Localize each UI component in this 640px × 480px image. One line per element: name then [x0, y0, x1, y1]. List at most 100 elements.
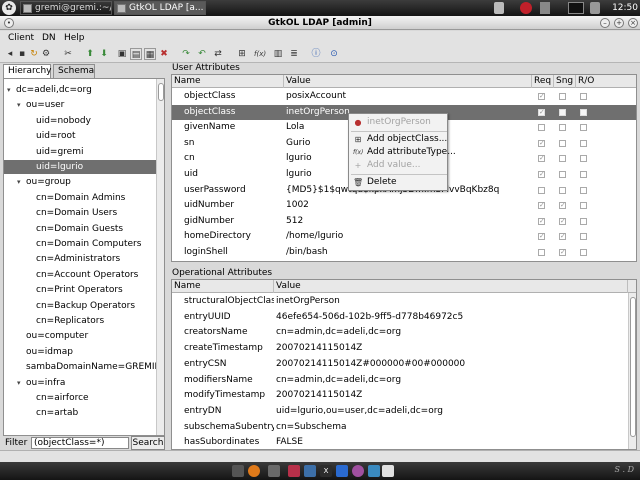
tree-node[interactable]: cn=airforce [4, 391, 158, 405]
tree-node[interactable]: uid=nobody [4, 114, 158, 128]
app-icon[interactable] [368, 465, 380, 477]
operational-attributes-table[interactable]: Name Value structuralObjectClass inetOrgP… [171, 279, 637, 450]
sng-checkbox[interactable]: ✓ [559, 249, 566, 256]
sng-checkbox[interactable] [559, 108, 566, 116]
attribute-value[interactable]: posixAccount [286, 89, 530, 104]
sng-checkbox[interactable]: ✓ [559, 217, 566, 225]
ro-checkbox[interactable] [580, 202, 587, 210]
menu-help[interactable]: Help [64, 32, 85, 44]
directory-tree[interactable]: ▾ dc=adeli,dc=org ▾ ou=user uid=nobody uid=ro… [3, 78, 165, 436]
attribute-value[interactable]: 512 [286, 214, 530, 229]
tree-node[interactable]: cn=Domain Users [4, 206, 158, 220]
app-icon[interactable] [336, 465, 348, 477]
column-req[interactable]: Req [532, 75, 554, 88]
tree-node[interactable]: ou=idmap [4, 345, 158, 359]
tree-node[interactable]: cn=Domain Admins [4, 191, 158, 205]
files-icon[interactable] [268, 465, 280, 477]
app-icon[interactable] [382, 465, 394, 477]
req-checkbox[interactable]: ✓ [538, 93, 545, 100]
view-icon[interactable]: ▦ [144, 48, 156, 60]
forward-icon[interactable]: ↷ [180, 48, 192, 60]
req-checkbox[interactable]: ✓ [538, 217, 545, 225]
tree-node[interactable]: ▾ dc=adeli,dc=org [4, 83, 158, 97]
attribute-value[interactable]: /bin/bash [286, 245, 530, 260]
schema-icon[interactable]: ▤ [130, 48, 142, 60]
refresh-icon[interactable]: ↻ [28, 48, 40, 60]
ro-checkbox[interactable] [580, 124, 587, 132]
expander-icon[interactable]: ▾ [7, 83, 15, 97]
menu-client[interactable]: Client [8, 32, 34, 44]
operational-row[interactable]: subschemaSubentry cn=Subschema [172, 420, 628, 435]
back-icon[interactable]: ◂ [4, 48, 16, 60]
attribute-value[interactable]: /home/lgurio [286, 229, 530, 244]
tree-node[interactable]: cn=Administrators [4, 252, 158, 266]
close-icon[interactable]: × [628, 18, 638, 28]
ro-checkbox[interactable] [580, 93, 587, 100]
ro-checkbox[interactable] [580, 186, 587, 194]
sng-checkbox[interactable] [559, 124, 566, 132]
copy-icon[interactable]: ▣ [116, 48, 128, 60]
undo-icon[interactable]: ↶ [196, 48, 208, 60]
expander-icon[interactable]: ▾ [17, 376, 25, 390]
expander-icon[interactable]: ▾ [17, 98, 25, 112]
tree-node[interactable]: cn=Account Operators [4, 268, 158, 282]
tree-node[interactable]: sambaDomainName=GREMIDO [4, 360, 164, 374]
clock[interactable]: 12:50 [612, 1, 638, 15]
attribute-row[interactable]: uidNumber 1002 ✓ ✓ [172, 198, 636, 213]
ro-checkbox[interactable] [580, 108, 587, 116]
column-value[interactable]: Value [284, 75, 532, 88]
tree-node[interactable]: cn=Domain Computers [4, 237, 158, 251]
taskbar-item-gtkol[interactable]: GtkOL LDAP [a... [114, 1, 206, 15]
monitor-icon[interactable] [568, 2, 584, 14]
ro-checkbox[interactable] [580, 233, 587, 241]
function-icon[interactable]: f(x) [254, 48, 266, 60]
mail-icon[interactable] [494, 2, 504, 14]
ro-checkbox[interactable] [580, 171, 587, 178]
ro-checkbox[interactable] [580, 249, 587, 256]
list-icon[interactable]: ≣ [288, 48, 300, 60]
column-ro[interactable]: R/O [576, 75, 636, 88]
operational-row[interactable]: creatorsName cn=admin,dc=adeli,dc=org [172, 325, 628, 340]
attribute-row[interactable]: loginShell/bin/bash ✓ [172, 245, 636, 260]
sng-checkbox[interactable] [559, 186, 566, 194]
add-entry-icon[interactable]: ⬆ [84, 48, 96, 60]
ro-checkbox[interactable] [580, 155, 587, 163]
req-checkbox[interactable] [538, 124, 545, 132]
operational-row[interactable]: hasSubordinates FALSE [172, 435, 628, 449]
app-icon[interactable] [288, 465, 300, 477]
column-name[interactable]: Name [172, 280, 274, 293]
tree-icon[interactable]: ⇄ [212, 48, 224, 60]
tree-node[interactable]: uid=root [4, 129, 158, 143]
req-checkbox[interactable]: ✓ [538, 108, 545, 116]
grid-icon[interactable]: ⊞ [236, 48, 248, 60]
tree-node[interactable]: ▾ ou=user [4, 98, 158, 112]
app-icon[interactable] [304, 465, 316, 477]
add-attributetype-item[interactable]: f(x) Add attributeType... [349, 146, 456, 159]
tree-node[interactable]: cn=Backup Operators [4, 299, 158, 313]
ro-checkbox[interactable] [580, 217, 587, 225]
cut-icon[interactable]: ✂ [62, 48, 74, 60]
network-icon[interactable] [540, 2, 550, 14]
req-checkbox[interactable] [538, 249, 545, 256]
attribute-row[interactable]: homeDirectory/home/lgurio ✓ ✓ [172, 229, 636, 244]
operational-row[interactable]: modifyTimestamp 20070214115014Z [172, 388, 628, 403]
tree-node[interactable]: uid=gremi [4, 145, 158, 159]
column-sng[interactable]: Sng [554, 75, 576, 88]
debian-icon[interactable] [520, 2, 532, 14]
tree-node[interactable]: cn=artab [4, 406, 158, 420]
delete-icon[interactable]: ✖ [158, 48, 170, 60]
sng-checkbox[interactable] [559, 155, 566, 163]
req-checkbox[interactable]: ✓ [538, 139, 545, 147]
expander-icon[interactable]: ▾ [17, 175, 25, 189]
attribute-value[interactable]: 1002 [286, 198, 530, 213]
scrollbar-thumb[interactable] [630, 297, 636, 437]
settings-icon[interactable]: ⚙ [40, 48, 52, 60]
help-icon[interactable]: ⊙ [328, 48, 340, 60]
operational-row[interactable]: entryDN uid=lgurio,ou=user,dc=adeli,dc=or… [172, 404, 628, 419]
req-checkbox[interactable] [538, 186, 545, 194]
menu-dn[interactable]: DN [42, 32, 56, 44]
tree-node[interactable]: ▾ ou=infra [4, 376, 158, 390]
tab-hierarchy[interactable]: Hierarchy [3, 64, 52, 78]
attribute-row[interactable]: objectClass posixAccount ✓ [172, 89, 636, 104]
req-checkbox[interactable]: ✓ [538, 171, 545, 178]
